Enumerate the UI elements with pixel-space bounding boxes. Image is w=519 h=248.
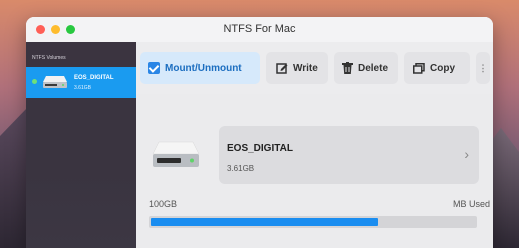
- volume-detail-panel: EOS_DIGITAL 3.61GB › 100GB MB Used: [136, 94, 493, 248]
- usage-bar: [149, 216, 477, 228]
- sidebar-item-volume[interactable]: EOS_DIGITAL 3.61GB: [26, 67, 136, 98]
- delete-label: Delete: [358, 62, 389, 74]
- sidebar: NTFS Volumes EOS_DIGITAL 3.61GB: [26, 42, 136, 248]
- drive-icon-large: [152, 141, 200, 167]
- drive-icon: [43, 76, 67, 88]
- chevron-right-icon: ›: [464, 146, 469, 162]
- sidebar-volume-size: 3.61GB: [74, 85, 91, 91]
- window-title: NTFS For Mac: [223, 23, 296, 35]
- edit-icon: [276, 63, 288, 74]
- checkbox-icon: [148, 62, 160, 74]
- copy-button[interactable]: Copy: [404, 52, 470, 84]
- app-window: NTFS For Mac NTFS Volumes EOS_DIGITAL 3.…: [26, 17, 493, 248]
- copy-label: Copy: [430, 62, 455, 74]
- copy-icon: [413, 62, 425, 74]
- main-panel: Mount/Unmount Write Delete Copy ⋮ EOS_DI…: [136, 42, 493, 248]
- usage-bar-fill: [151, 218, 378, 226]
- mount-unmount-button[interactable]: Mount/Unmount: [140, 52, 260, 84]
- volume-size: 3.61GB: [227, 164, 255, 173]
- more-icon: ⋮: [478, 62, 488, 73]
- used-label: MB Used: [452, 199, 490, 209]
- volume-name: EOS_DIGITAL: [227, 143, 293, 154]
- trash-icon: [342, 62, 353, 74]
- mount-unmount-label: Mount/Unmount: [165, 62, 242, 74]
- title-bar: NTFS For Mac: [26, 17, 493, 42]
- more-options-button[interactable]: ⋮: [476, 52, 490, 84]
- write-button[interactable]: Write: [266, 52, 328, 84]
- delete-button[interactable]: Delete: [334, 52, 398, 84]
- volume-card[interactable]: EOS_DIGITAL 3.61GB ›: [219, 126, 479, 184]
- write-label: Write: [293, 62, 318, 74]
- capacity-label: 100GB: [149, 199, 178, 209]
- sidebar-section-title: NTFS Volumes: [32, 55, 66, 61]
- toolbar: Mount/Unmount Write Delete Copy ⋮: [136, 42, 493, 94]
- mounted-status-dot: [32, 79, 37, 84]
- sidebar-volume-name: EOS_DIGITAL: [74, 75, 114, 81]
